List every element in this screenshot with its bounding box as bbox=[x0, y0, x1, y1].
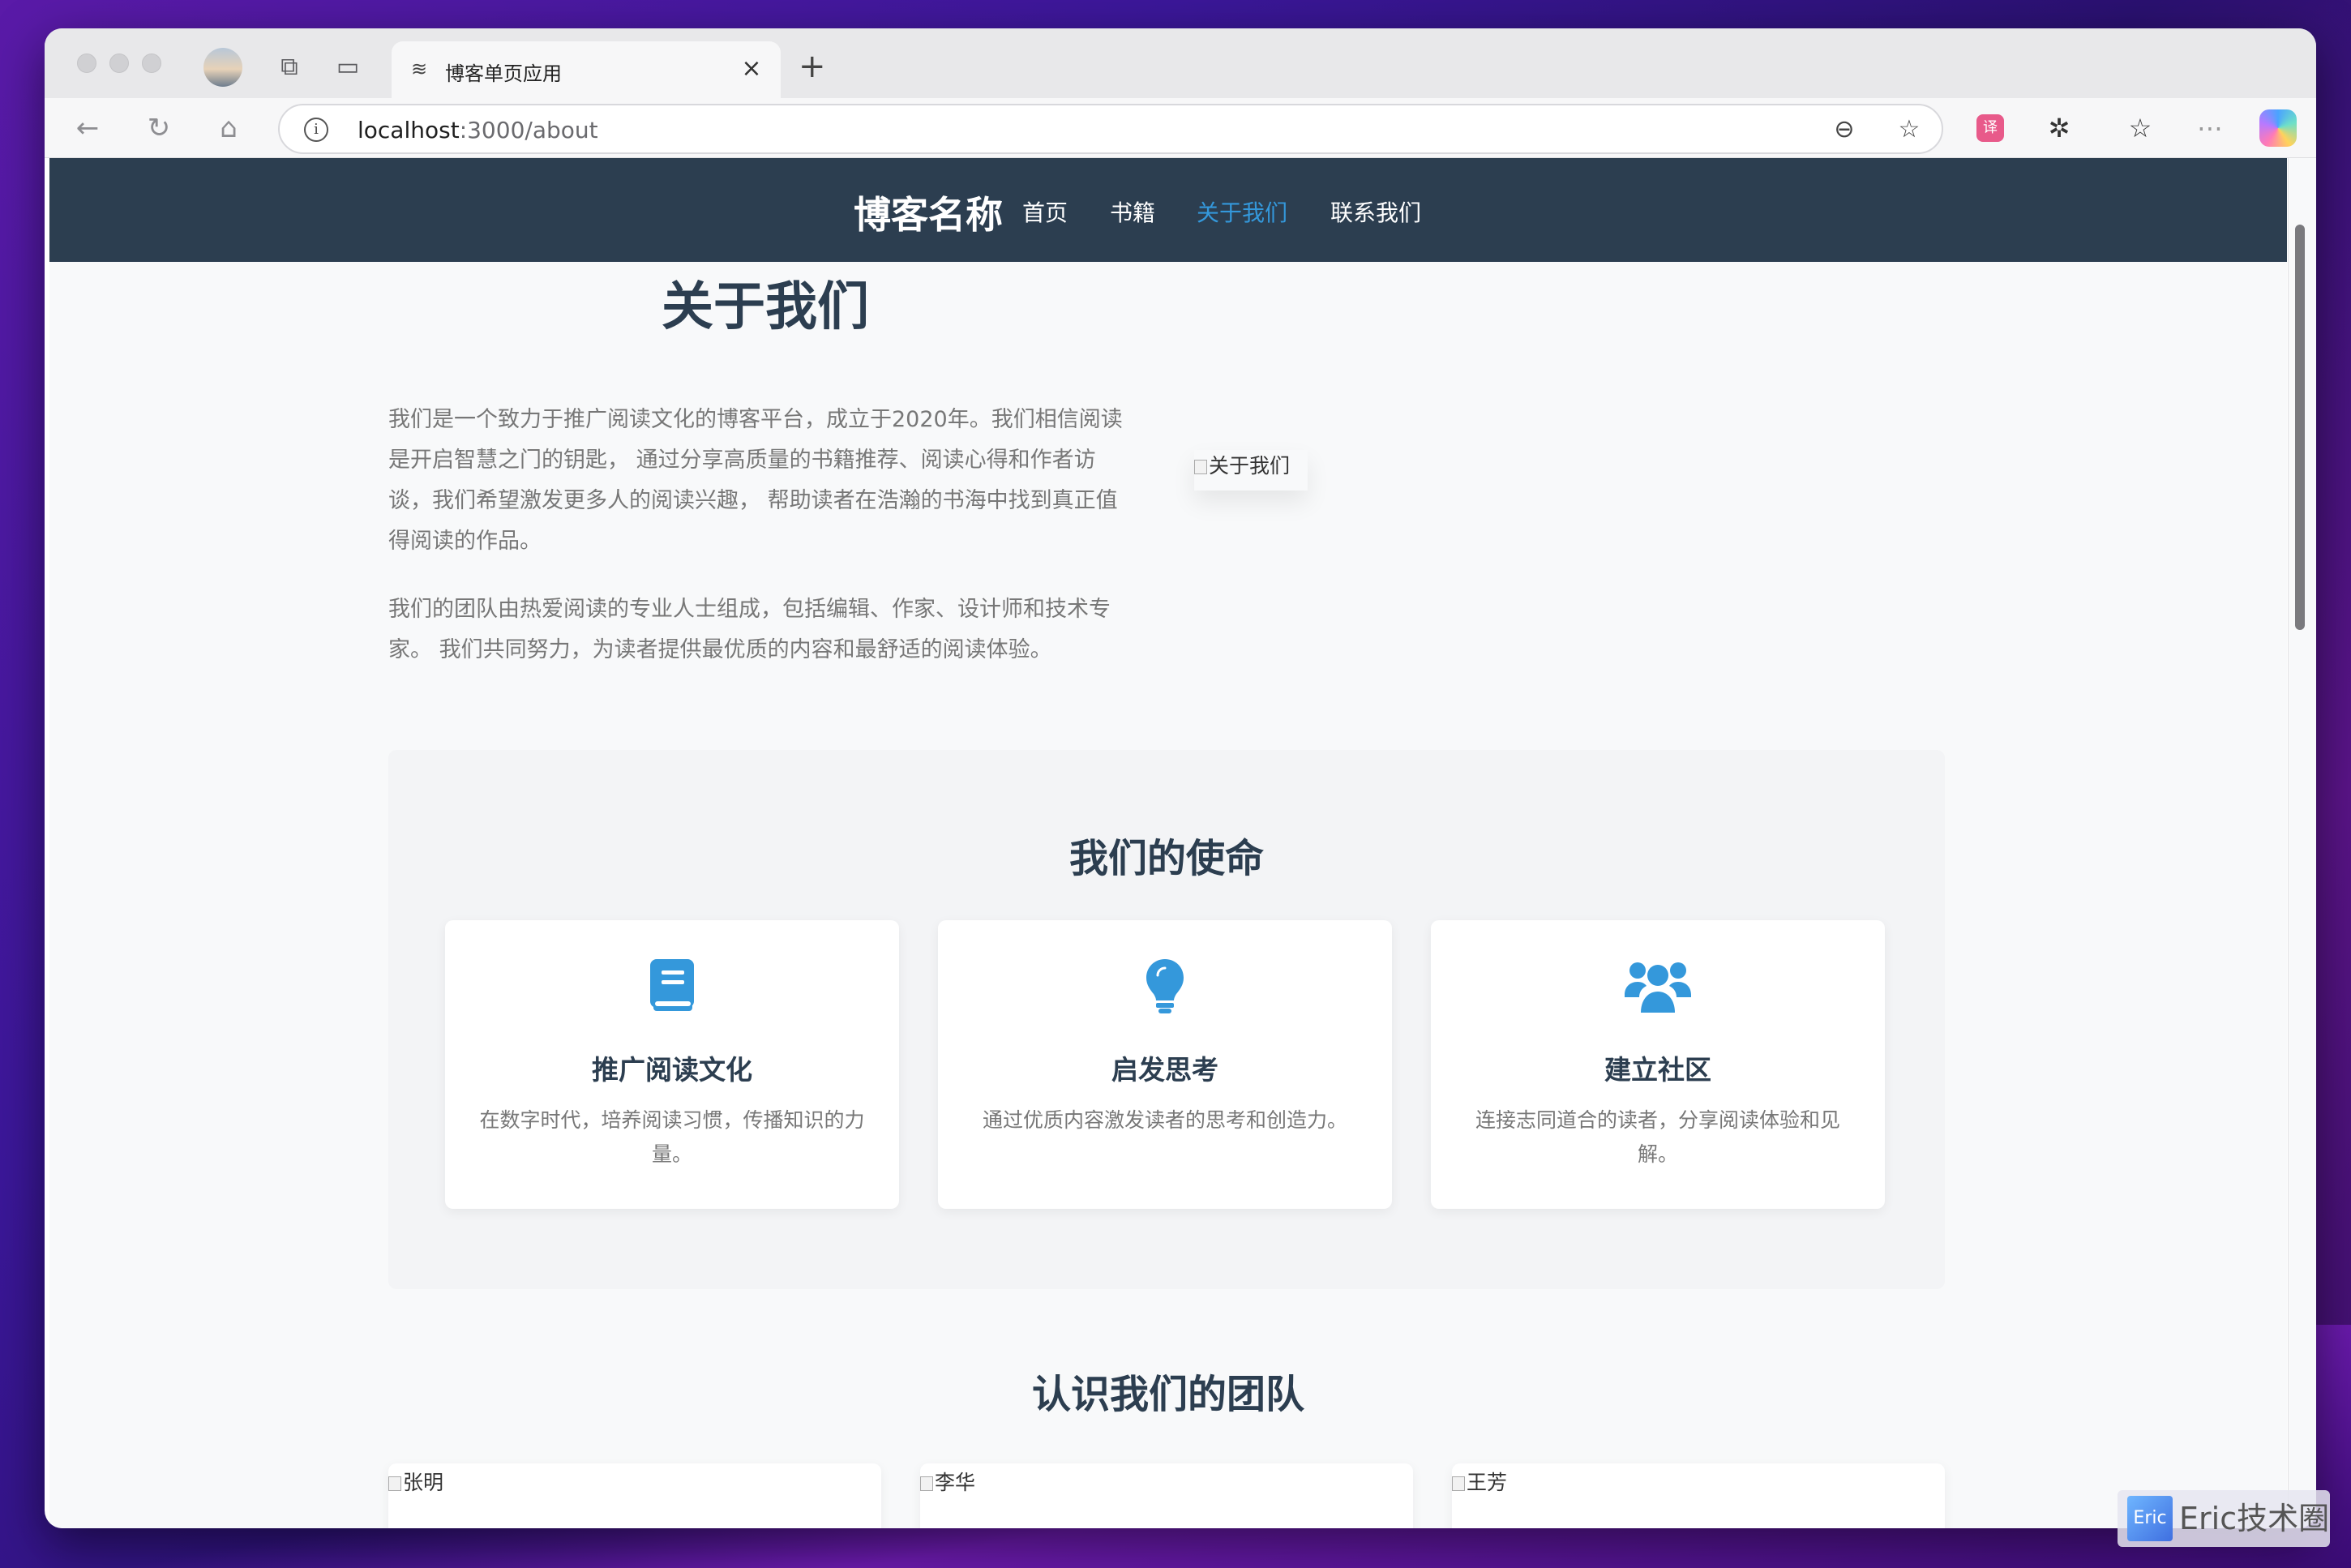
about-paragraph-2: 我们的团队由热爱阅读的专业人士组成，包括编辑、作家、设计师和技术专家。 我们共同… bbox=[388, 597, 1111, 662]
browser-window: ⧉ ▭ ≋ 博客单页应用 × + ← ↻ ⌂ i localhost:3000/… bbox=[45, 28, 2316, 1528]
url-host: localhost bbox=[358, 117, 460, 144]
broken-image-icon bbox=[1194, 460, 1207, 474]
tab-active[interactable]: ≋ 博客单页应用 × bbox=[392, 41, 781, 98]
minimize-window-button[interactable] bbox=[109, 54, 129, 73]
mission-card-title: 建立社区 bbox=[1604, 1054, 1711, 1086]
team-title: 认识我们的团队 bbox=[1031, 1372, 1304, 1417]
watermark-text: Eric技术圈 bbox=[2179, 1501, 2330, 1536]
site-info-icon[interactable]: i bbox=[304, 118, 328, 142]
watermark: Eric Eric技术圈 bbox=[2118, 1490, 2330, 1547]
nav-link-contact[interactable]: 联系我们 bbox=[1330, 195, 1421, 228]
layers-icon: ≋ bbox=[410, 58, 428, 80]
mission-title: 我们的使命 bbox=[1068, 836, 1264, 881]
about-title: 关于我们 bbox=[662, 277, 869, 337]
close-tab-icon[interactable]: × bbox=[737, 54, 766, 83]
about-image: 关于我们 bbox=[1194, 450, 1308, 491]
translate-icon[interactable]: 译 bbox=[1976, 114, 2004, 142]
mission-card: 启发思考 通过优质内容激发读者的思考和创造力。 bbox=[938, 920, 1392, 1209]
site-brand[interactable]: 博客名称 bbox=[854, 186, 1003, 239]
team-member-image-alt: 张明 bbox=[403, 1471, 444, 1494]
nav-link-about[interactable]: 关于我们 bbox=[1197, 195, 1287, 228]
watermark-logo: Eric bbox=[2127, 1496, 2173, 1541]
tab-title: 博客单页应用 bbox=[445, 62, 562, 85]
mission-card-desc: 在数字时代，培养阅读习惯，传播知识的力量。 bbox=[479, 1108, 865, 1166]
broken-image-icon bbox=[1452, 1476, 1465, 1491]
lightbulb-icon bbox=[938, 958, 1392, 1017]
more-menu-icon[interactable]: ⋯ bbox=[2191, 109, 2229, 147]
mission-card-desc: 通过优质内容激发读者的思考和创造力。 bbox=[982, 1108, 1347, 1132]
workspaces-icon[interactable]: ⧉ bbox=[272, 49, 307, 85]
mission-card-title: 推广阅读文化 bbox=[592, 1054, 752, 1086]
home-icon[interactable]: ⌂ bbox=[210, 109, 247, 147]
close-window-button[interactable] bbox=[77, 54, 96, 73]
team-member-image-alt: 王芳 bbox=[1467, 1471, 1508, 1494]
team-member-card: 李华 bbox=[920, 1463, 1413, 1528]
scrollbar-thumb[interactable] bbox=[2295, 225, 2305, 630]
favorite-star-icon[interactable]: ☆ bbox=[1893, 114, 1925, 146]
extensions-puzzle-icon[interactable]: ✲ bbox=[2041, 109, 2078, 147]
mission-card: 推广阅读文化 在数字时代，培养阅读习惯，传播知识的力量。 bbox=[445, 920, 899, 1209]
page-viewport: 博客名称 首页 书籍 关于我们 联系我们 关于我们 我们是一个致力于推广阅读文化… bbox=[49, 158, 2287, 1528]
mission-card: 建立社区 连接志同道合的读者，分享阅读体验和见解。 bbox=[1431, 920, 1885, 1209]
zoom-out-icon[interactable]: ⊖ bbox=[1828, 114, 1861, 146]
about-image-alt: 关于我们 bbox=[1209, 454, 1291, 478]
url-text: localhost:3000/about bbox=[358, 117, 598, 144]
nav-link-books[interactable]: 书籍 bbox=[1110, 195, 1155, 228]
favorites-list-icon[interactable]: ☆ bbox=[2122, 109, 2159, 147]
back-arrow-icon[interactable]: ← bbox=[69, 109, 106, 147]
broken-image-icon bbox=[920, 1476, 933, 1491]
book-icon bbox=[445, 958, 899, 1017]
mission-card-title: 启发思考 bbox=[1111, 1054, 1218, 1086]
team-member-card: 王芳 bbox=[1452, 1463, 1945, 1528]
team-member-card: 张明 bbox=[388, 1463, 881, 1528]
url-path: :3000/about bbox=[459, 117, 598, 144]
nav-link-home[interactable]: 首页 bbox=[1022, 195, 1068, 228]
page-scrollbar[interactable] bbox=[2288, 158, 2316, 1528]
about-paragraph-1: 我们是一个致力于推广阅读文化的博客平台，成立于2020年。我们相信阅读是开启智慧… bbox=[388, 407, 1123, 554]
mission-section: 我们的使命 推广阅读文化 在数字时代，培养阅读习惯，传播知识的力量。 启发思考 … bbox=[388, 750, 1945, 1289]
users-icon bbox=[1431, 958, 1885, 1017]
maximize-window-button[interactable] bbox=[142, 54, 161, 73]
mission-card-desc: 连接志同道合的读者，分享阅读体验和见解。 bbox=[1475, 1108, 1840, 1166]
address-bar[interactable]: i localhost:3000/about ⊖ ☆ bbox=[278, 104, 1943, 154]
browser-toolbar: ← ↻ ⌂ i localhost:3000/about ⊖ ☆ 译 ✲ ☆ ⋯ bbox=[45, 98, 2316, 158]
copilot-icon[interactable] bbox=[2259, 109, 2297, 147]
vertical-tabs-icon[interactable]: ▭ bbox=[330, 49, 366, 85]
profile-avatar[interactable] bbox=[203, 48, 242, 87]
broken-image-icon bbox=[388, 1476, 401, 1491]
team-member-image-alt: 李华 bbox=[935, 1471, 976, 1494]
site-navbar: 博客名称 首页 书籍 关于我们 联系我们 bbox=[49, 158, 2287, 262]
tab-strip: ⧉ ▭ ≋ 博客单页应用 × + bbox=[45, 28, 2316, 98]
new-tab-button[interactable]: + bbox=[799, 48, 826, 85]
reload-icon[interactable]: ↻ bbox=[140, 109, 178, 147]
